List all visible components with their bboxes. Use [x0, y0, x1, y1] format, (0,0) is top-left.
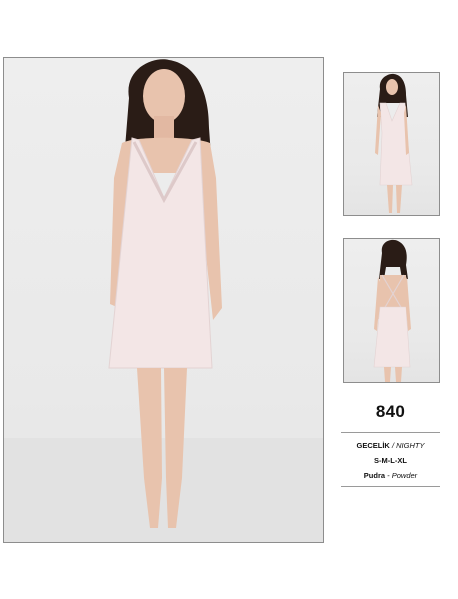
size-range: S-M-L-XL [374, 456, 407, 465]
color-tr: Pudra [363, 471, 386, 480]
main-product-photo [3, 57, 324, 543]
model-number: 840 [375, 402, 406, 421]
model-front-thumbnail-figure [375, 73, 413, 213]
category-separator: / [391, 441, 395, 450]
front-view-photo [343, 72, 440, 216]
divider [341, 486, 440, 487]
model-front-figure [4, 59, 323, 542]
model-back-thumbnail-figure [373, 239, 411, 382]
color-en: Powder [391, 471, 418, 480]
divider [341, 432, 440, 433]
product-category: GECELİK / NIGHTY [341, 441, 440, 450]
category-tr: GECELİK [356, 441, 390, 450]
back-view-photo [343, 238, 440, 383]
color-separator: - [387, 471, 390, 480]
category-en: NIGHTY [396, 441, 425, 450]
product-color: Pudra - Powder [341, 471, 440, 480]
